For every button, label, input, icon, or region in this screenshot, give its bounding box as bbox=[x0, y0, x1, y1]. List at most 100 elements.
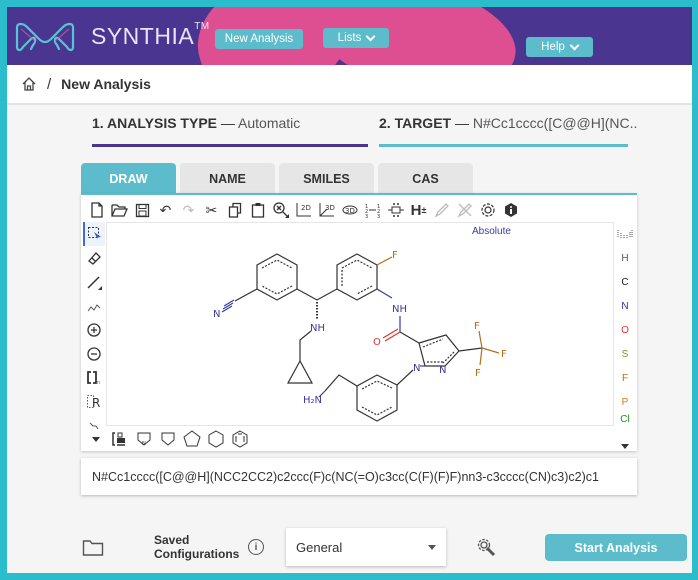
atom-n-button[interactable]: N bbox=[621, 294, 628, 318]
charge-plus-icon[interactable] bbox=[83, 318, 105, 342]
atom-c-button[interactable]: C bbox=[621, 270, 628, 294]
atom-o-button[interactable]: O bbox=[621, 318, 629, 342]
input-tabs: DRAW NAME SMILES CAS bbox=[81, 163, 473, 194]
atom-s-button[interactable]: S bbox=[622, 342, 629, 366]
atom-p-button[interactable]: P bbox=[622, 390, 629, 414]
atom-label: N bbox=[413, 363, 420, 374]
nav-label: Lists bbox=[337, 32, 362, 44]
svg-text:n: n bbox=[97, 380, 100, 386]
nav-label: Help bbox=[541, 41, 565, 53]
app-frame: SYNTHIATM New Analysis Lists Help / New … bbox=[7, 7, 692, 573]
bracket-icon[interactable]: n bbox=[83, 366, 105, 390]
erase-pen-icon[interactable] bbox=[455, 201, 474, 220]
periodic-table-icon[interactable] bbox=[617, 222, 633, 246]
new-document-icon[interactable] bbox=[87, 201, 106, 220]
step-analysis-type[interactable]: 1. ANALYSIS TYPE — Automatic bbox=[92, 115, 368, 147]
draw-pen-icon[interactable] bbox=[432, 201, 451, 220]
structure-editor: ↶ ↷ ✂ 2D 3D 3D 123123 H ± n R Absolute N… bbox=[81, 193, 637, 451]
saved-configurations-label: Saved Configurations bbox=[154, 533, 239, 561]
settings-icon[interactable] bbox=[478, 201, 497, 220]
svg-text:3: 3 bbox=[377, 214, 380, 218]
cyclopentane-icon[interactable] bbox=[183, 430, 201, 448]
expand-icon[interactable] bbox=[87, 430, 105, 448]
header: SYNTHIATM New Analysis Lists Help bbox=[7, 7, 692, 65]
nav-new-analysis-button[interactable]: New Analysis bbox=[215, 29, 303, 49]
nav-help-button[interactable]: Help bbox=[526, 37, 593, 57]
eraser-icon[interactable] bbox=[83, 246, 105, 270]
editor-toolbar: ↶ ↷ ✂ 2D 3D 3D 123123 H ± bbox=[87, 199, 520, 221]
breadcrumb: / New Analysis bbox=[7, 65, 692, 105]
molecule-structure: N NH F NH O F F F N N H₂N bbox=[213, 250, 507, 422]
home-icon[interactable] bbox=[21, 76, 37, 92]
info-icon[interactable] bbox=[501, 201, 520, 220]
clean-2d-icon[interactable]: 2D bbox=[294, 201, 313, 220]
cyclobutane-icon[interactable] bbox=[159, 430, 177, 448]
svg-text:R: R bbox=[92, 396, 100, 410]
left-toolbar: n R bbox=[83, 222, 105, 438]
stereo-icon[interactable] bbox=[386, 201, 405, 220]
start-analysis-button[interactable]: Start Analysis bbox=[545, 534, 687, 561]
chevron-down-icon bbox=[365, 31, 376, 41]
atom-label: H₂N bbox=[303, 395, 322, 406]
tab-name[interactable]: NAME bbox=[180, 163, 275, 194]
rotate-3d-icon[interactable]: 3D bbox=[340, 201, 359, 220]
step-target[interactable]: 2. TARGET — N#Cc1cccc([C@@H](NC.. bbox=[379, 115, 637, 147]
atom-h-button[interactable]: H bbox=[621, 246, 628, 270]
undo-icon[interactable]: ↶ bbox=[156, 201, 175, 220]
open-folder-icon[interactable] bbox=[110, 201, 129, 220]
atom-cl-button[interactable]: Cl bbox=[620, 414, 629, 426]
settings-wand-icon[interactable] bbox=[477, 538, 497, 558]
tab-draw[interactable]: DRAW bbox=[81, 163, 176, 194]
nav-lists-button[interactable]: Lists bbox=[323, 28, 389, 48]
atom-label: F bbox=[475, 368, 481, 379]
pyrrole-icon[interactable]: N bbox=[135, 430, 153, 448]
molecule-bonds bbox=[221, 253, 500, 422]
atom-label: N bbox=[439, 365, 446, 376]
cut-icon[interactable]: ✂ bbox=[202, 201, 221, 220]
atom-label: O bbox=[373, 337, 381, 348]
atom-f-button[interactable]: F bbox=[622, 366, 628, 390]
chain-icon[interactable] bbox=[83, 294, 105, 318]
save-icon[interactable] bbox=[133, 201, 152, 220]
atom-label: NH bbox=[392, 304, 407, 315]
tab-cas[interactable]: CAS bbox=[378, 163, 473, 194]
cyclohexane-icon[interactable] bbox=[207, 430, 225, 448]
step-label: 2. TARGET bbox=[379, 115, 452, 131]
template-icon[interactable] bbox=[111, 430, 129, 448]
paste-icon[interactable] bbox=[248, 201, 267, 220]
trademark: TM bbox=[194, 21, 210, 32]
info-icon[interactable]: i bbox=[248, 539, 264, 555]
step-value: N#Cc1cccc([C@@H](NC.. bbox=[472, 115, 638, 131]
copy-icon[interactable] bbox=[225, 201, 244, 220]
drawing-canvas[interactable]: Absolute N NH F NH O F F F N N H₂N bbox=[106, 222, 614, 426]
svg-text:N: N bbox=[142, 441, 146, 447]
enumerate-icon[interactable]: 123123 bbox=[363, 201, 382, 220]
atom-label: NH bbox=[310, 323, 325, 334]
select-icon[interactable] bbox=[83, 222, 105, 246]
bond-icon[interactable] bbox=[83, 270, 105, 294]
tab-smiles[interactable]: SMILES bbox=[279, 163, 374, 194]
smiles-display[interactable]: N#Cc1cccc([C@@H](NCC2CC2)c2ccc(F)c(NC(=O… bbox=[81, 458, 637, 495]
rgroup-icon[interactable]: R bbox=[83, 390, 105, 414]
brand-name: SYNTHIATM bbox=[91, 21, 210, 50]
page-title: New Analysis bbox=[61, 76, 151, 92]
merck-logo-icon bbox=[15, 22, 75, 52]
redo-icon[interactable]: ↷ bbox=[179, 201, 198, 220]
step-underline bbox=[92, 144, 368, 147]
caret-down-icon bbox=[428, 545, 436, 550]
expand-atoms-icon[interactable] bbox=[621, 434, 629, 458]
hydrogen-icon[interactable]: H ± bbox=[409, 201, 428, 220]
step-dash: — bbox=[220, 115, 235, 131]
zoom-icon[interactable] bbox=[271, 201, 290, 220]
clean-3d-icon[interactable]: 3D bbox=[317, 201, 336, 220]
svg-text:3D: 3D bbox=[325, 204, 335, 212]
chevron-down-icon bbox=[569, 40, 580, 50]
label-line: Saved bbox=[154, 533, 190, 547]
benzene-icon[interactable] bbox=[231, 430, 249, 448]
folder-icon[interactable] bbox=[82, 539, 104, 557]
charge-minus-icon[interactable] bbox=[83, 342, 105, 366]
template-toolbar: N bbox=[87, 429, 249, 449]
atom-label: F bbox=[501, 349, 507, 360]
configuration-select[interactable]: General bbox=[286, 528, 446, 566]
nav-label: New Analysis bbox=[224, 33, 294, 45]
